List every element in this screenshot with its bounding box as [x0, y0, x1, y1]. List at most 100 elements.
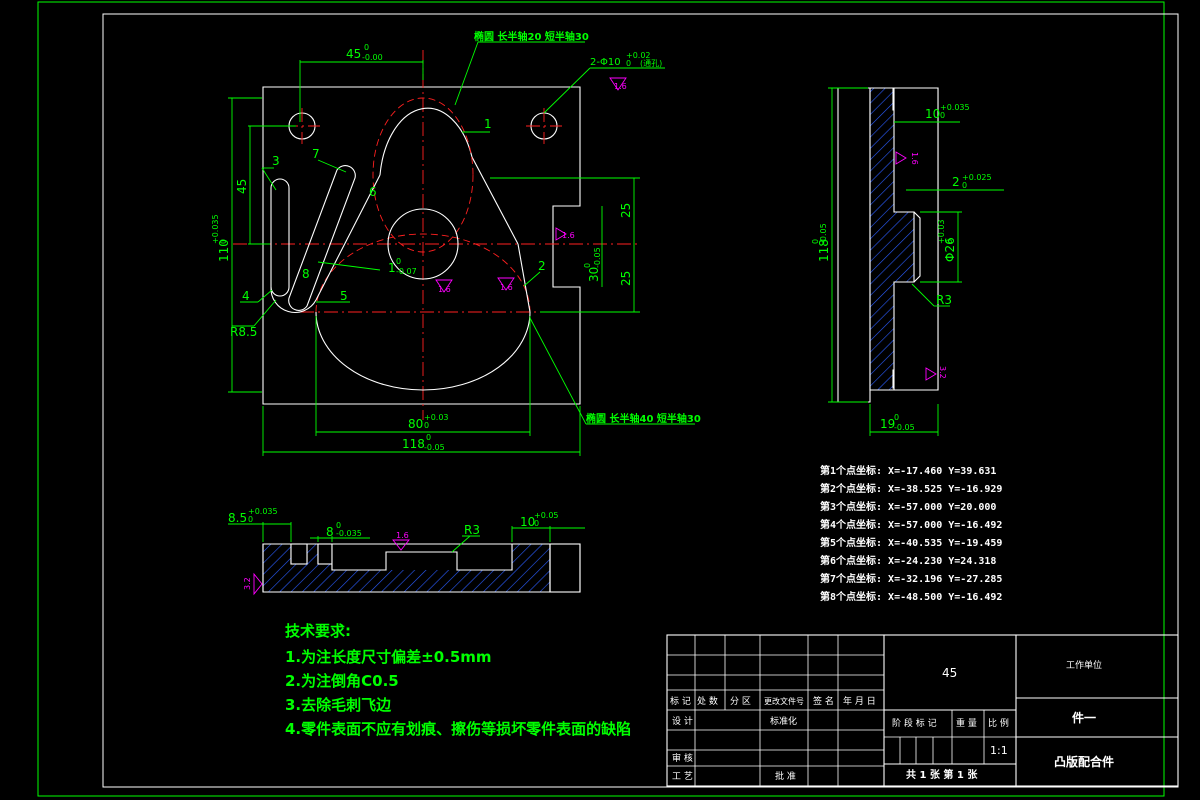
- engineering-drawing: 45 0 -0.00 椭圆 长半轴20 短半轴30 2-Φ10 +0.02 0 …: [37, 1, 1179, 797]
- tb-header-sign: 签 名: [813, 695, 834, 707]
- tb-header-change-doc: 更改文件号: [764, 696, 804, 706]
- roughness-holes: 1.6: [614, 82, 627, 91]
- label-4: 4: [242, 289, 250, 303]
- label-2: 2: [538, 259, 546, 273]
- dim-30: 30: [587, 267, 601, 282]
- top-slot-2: [317, 543, 333, 565]
- tech-item-2: 2.为注倒角C0.5: [285, 672, 399, 690]
- roughness-center: 1.6: [438, 285, 451, 294]
- side-dim-10: 10: [925, 107, 940, 121]
- point-1: 第1个点坐标: X=-17.460 Y=39.631: [820, 464, 996, 477]
- tb-part-name: 凸版配合件: [1054, 754, 1114, 769]
- tb-process: 工 艺: [672, 771, 693, 782]
- dim-1-tol: 0: [396, 257, 401, 266]
- top-dim-85: 8.5: [228, 511, 247, 525]
- tb-standardize: 标准化: [770, 715, 797, 727]
- tb-weight: 重 量: [956, 717, 977, 729]
- side-dim-19-tol2: -0.05: [894, 423, 915, 432]
- point-8: 第8个点坐标: X=-48.500 Y=-16.492: [820, 590, 1002, 603]
- callout-holes-leader: [543, 67, 591, 114]
- tb-stage: 阶 段 标 记: [892, 717, 937, 729]
- tb-sheets: 共 1 张 第 1 张: [906, 768, 978, 781]
- top-dim-8: 8: [326, 525, 334, 539]
- dim-1: 1: [388, 261, 396, 275]
- outer-frame: [37, 1, 1165, 797]
- label-3: 3: [272, 154, 280, 168]
- side-dim-118-tol2: -0.05: [819, 223, 828, 244]
- dim1-line: [317, 261, 381, 271]
- dim-45-tol2: -0.00: [362, 53, 383, 62]
- tech-requirements: 技术要求: 1.为注长度尺寸偏差±0.5mm 2.为注倒角C0.5 3.去除毛刺…: [285, 622, 631, 738]
- side-dim-19-tol: 0: [894, 413, 899, 422]
- top-view: 8.5 +0.035 0 8 0 -0.035 1.6 R3 10 +0.05 …: [228, 507, 585, 596]
- callout-ellipse-bottom: 椭圆 长半轴40 短半轴30: [586, 412, 701, 425]
- tb-header-mark: 标 记: [670, 695, 691, 707]
- callout-ellipse-top-leader: [454, 41, 479, 106]
- tech-title: 技术要求:: [285, 622, 351, 640]
- tb-header-count: 处 数: [697, 695, 718, 707]
- tb-company: 工作单位: [1066, 659, 1102, 671]
- label-7: 7: [312, 147, 320, 161]
- top-right-block: [549, 543, 581, 593]
- dim-1-tol2: -0.07: [396, 267, 417, 276]
- tb-scale: 1:1: [990, 744, 1008, 757]
- tech-item-4: 4.零件表面不应有划痕、擦伤等损坏零件表面的缺陷: [285, 720, 631, 738]
- callout-holes: 2-Φ10: [590, 57, 621, 68]
- point-5: 第5个点坐标: X=-40.535 Y=-19.459: [820, 536, 1002, 549]
- label-r8: 8: [302, 267, 310, 281]
- dim-45-vertical: 45: [235, 179, 249, 194]
- callout-ellipse-bottom-leader: [529, 317, 587, 425]
- top-dim-85-tol2: 0: [248, 515, 253, 524]
- vertical-slot: [270, 178, 290, 297]
- dim-118: 118: [402, 437, 425, 451]
- title-block: 标 记 处 数 分 区 更改文件号 签 名 年 月 日 设 计 标准化 审 核 …: [666, 634, 1179, 787]
- front-view: 45 0 -0.00 椭圆 长半轴20 短半轴30 2-Φ10 +0.02 0 …: [211, 30, 701, 456]
- dim-30-tol: 0: [583, 263, 592, 268]
- dim-45-tol: 0: [364, 43, 369, 52]
- roughness-notch: 1.6: [562, 231, 575, 240]
- tech-item-1: 1.为注长度尺寸偏差±0.5mm: [285, 648, 492, 666]
- side-dim-19: 19: [880, 417, 895, 431]
- dim-30-tol2: -0.05: [593, 247, 602, 268]
- label-1: 1: [484, 117, 492, 131]
- callout-ellipse-top: 椭圆 长半轴20 短半轴30: [474, 30, 589, 43]
- dim-45-top: 45: [346, 47, 361, 61]
- point-7: 第7个点坐标: X=-32.196 Y=-27.285: [820, 572, 1002, 585]
- label4-leader: [257, 289, 273, 303]
- side-dim-26-tol2: 0: [945, 239, 954, 244]
- dim-25-lower: 25: [619, 271, 633, 286]
- label-r85: R8.5: [230, 325, 257, 339]
- tb-review: 审 核: [672, 752, 693, 764]
- top-roughness-32: 3.2: [243, 577, 252, 590]
- label-6: 6: [369, 185, 377, 199]
- callout-holes-tol2: 0: [626, 59, 631, 68]
- tech-item-3: 3.去除毛刺飞边: [285, 696, 392, 714]
- point-3: 第3个点坐标: X=-57.000 Y=20.000: [820, 500, 996, 513]
- tb-ratio: 比 例: [988, 717, 1009, 729]
- label-5: 5: [340, 289, 348, 303]
- top-slot-1: [290, 543, 308, 565]
- top-pocket-bg: [332, 544, 512, 570]
- label2-leader: [523, 271, 541, 287]
- cam-upper-profile: [379, 107, 519, 245]
- tb-material: 45: [942, 666, 957, 680]
- top-label-r3: R3: [464, 523, 480, 537]
- point-4: 第4个点坐标: X=-57.000 Y=-16.492: [820, 518, 1002, 531]
- top-dim-8-tol2: -0.035: [336, 529, 362, 538]
- point-coordinates: 第1个点坐标: X=-17.460 Y=39.631 第2个点坐标: X=-38…: [820, 464, 1002, 603]
- dim-25-upper: 25: [619, 203, 633, 218]
- tb-header-zone: 分 区: [730, 696, 751, 707]
- r85-leader: [253, 299, 277, 327]
- tb-approve: 批 准: [775, 770, 796, 782]
- side-roughness-32: 3.2: [938, 366, 947, 379]
- top-dim-10-tol2: 0: [534, 519, 539, 528]
- dim-80: 80: [408, 417, 423, 431]
- side-roughness-16: 1.6: [910, 152, 919, 165]
- dim-110-tol2: 0: [219, 239, 228, 244]
- dim-80-tol2: 0: [424, 421, 429, 430]
- dim-118-tol2: -0.05: [424, 443, 445, 452]
- top-roughness-symbol-32: [253, 572, 263, 596]
- side-view: 10 +0.035 0 2 +0.025 0 Φ26 +0.03 0 R3 11…: [811, 87, 1004, 436]
- point-6: 第6个点坐标: X=-24.230 Y=24.318: [820, 554, 996, 567]
- top-roughness-16: 1.6: [396, 531, 409, 540]
